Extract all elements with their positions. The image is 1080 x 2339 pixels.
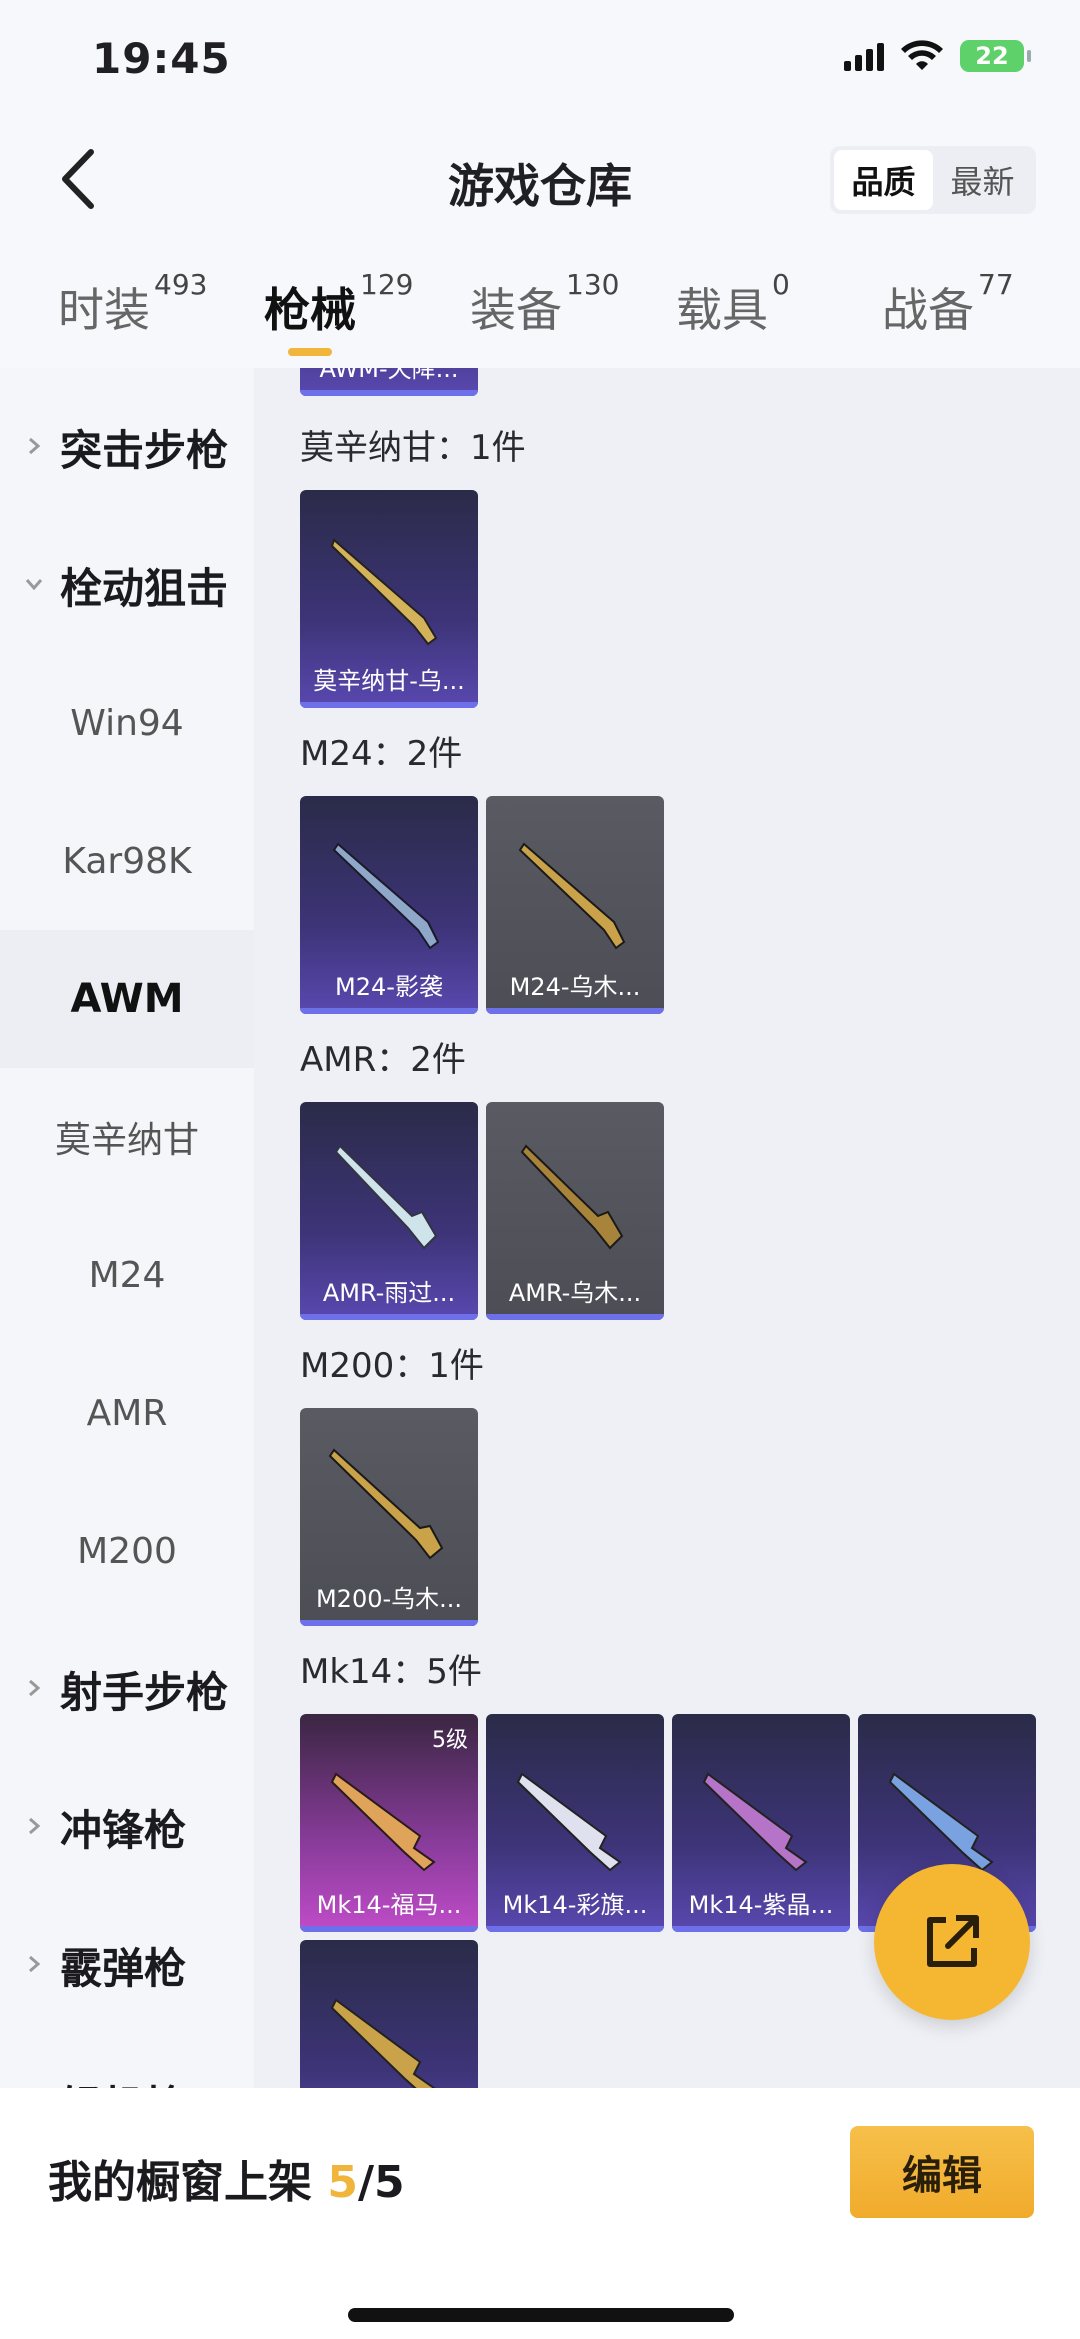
sidebar-item-amr[interactable]: AMR xyxy=(0,1344,254,1482)
group-title-m200: M200：1件 xyxy=(300,1346,484,1386)
status-bar: 19:45 22 xyxy=(0,0,1080,120)
sidebar-item-lmg[interactable]: 轻机枪 xyxy=(0,2034,254,2089)
signal-icon xyxy=(844,41,884,71)
rifle-icon xyxy=(332,842,440,950)
tab-firearms[interactable]: 枪械 129 xyxy=(264,268,413,340)
weapon-card[interactable]: Mk14-彩旗... xyxy=(486,1714,664,1932)
sort-newest-option[interactable]: 最新 xyxy=(933,150,1032,210)
sidebar-item-assault-rifle[interactable]: 突击步枪 xyxy=(0,378,254,516)
chevron-down-icon xyxy=(25,579,43,591)
external-link-icon xyxy=(927,1915,979,1967)
tab-fashion[interactable]: 时装 493 xyxy=(58,268,207,340)
rifle-icon xyxy=(888,1772,994,1872)
chevron-right-icon xyxy=(29,1679,41,1697)
sidebar-item-kar98k[interactable]: Kar98K xyxy=(0,792,254,930)
rifle-icon xyxy=(702,1772,808,1872)
tab-vehicles[interactable]: 载具 0 xyxy=(676,268,790,340)
sort-toggle[interactable]: 品质 最新 xyxy=(830,146,1036,214)
group-title-mk14: Mk14：5件 xyxy=(300,1652,482,1692)
rifle-icon xyxy=(516,1772,622,1872)
rifle-icon xyxy=(518,842,626,950)
rifle-icon xyxy=(330,1998,436,2088)
weapon-card[interactable]: Mk14-紫晶... xyxy=(672,1714,850,1932)
rifle-icon xyxy=(330,1772,436,1872)
sidebar-item-awm[interactable]: AWM xyxy=(0,930,254,1068)
weapon-card[interactable] xyxy=(300,1940,478,2088)
sidebar-item-m24[interactable]: M24 xyxy=(0,1206,254,1344)
status-icons: 22 xyxy=(844,40,1031,72)
group-title-mosin: 莫辛纳甘：1件 xyxy=(300,428,526,468)
chevron-right-icon xyxy=(29,437,41,455)
rifle-icon xyxy=(334,1144,438,1250)
weapon-list: AWM-天降... 莫辛纳甘：1件 莫辛纳甘-乌... M24：2件 M24-影… xyxy=(254,368,1080,2088)
home-indicator xyxy=(348,2308,734,2322)
weapon-card-awm[interactable]: AWM-天降... xyxy=(300,368,478,396)
rifle-icon xyxy=(520,1144,624,1250)
sidebar-item-smg[interactable]: 冲锋枪 xyxy=(0,1758,254,1896)
sidebar-item-win94[interactable]: Win94 xyxy=(0,654,254,792)
weapon-card[interactable]: 莫辛纳甘-乌... xyxy=(300,490,478,708)
category-tabs: 时装 493 枪械 129 装备 130 载具 0 战备 77 xyxy=(0,240,1080,368)
sidebar-item-bolt-sniper[interactable]: 栓动狙击 xyxy=(0,516,254,654)
battery-icon: 22 xyxy=(960,40,1031,72)
tab-supplies[interactable]: 战备 77 xyxy=(882,268,1014,340)
share-button[interactable] xyxy=(874,1864,1030,2020)
group-title-amr: AMR：2件 xyxy=(300,1040,466,1080)
rifle-icon xyxy=(328,1448,444,1560)
nav-header: 游戏仓库 品质 最新 xyxy=(0,120,1080,240)
sidebar-item-shotgun[interactable]: 霰弹枪 xyxy=(0,1896,254,2034)
wifi-icon xyxy=(901,40,943,70)
sidebar-item-marksman-rifle[interactable]: 射手步枪 xyxy=(0,1620,254,1758)
weapon-card[interactable]: M24-影袭 xyxy=(300,796,478,1014)
chevron-right-icon xyxy=(29,1955,41,1973)
weapon-card[interactable]: M24-乌木... xyxy=(486,796,664,1014)
group-title-m24: M24：2件 xyxy=(300,734,463,774)
active-tab-indicator xyxy=(288,348,332,356)
rifle-icon xyxy=(330,538,438,646)
showcase-count: 我的橱窗上架 5/5 xyxy=(48,2157,405,2208)
weapon-card[interactable]: AMR-雨过... xyxy=(300,1102,478,1320)
tab-equipment[interactable]: 装备 130 xyxy=(470,268,619,340)
chevron-right-icon xyxy=(29,1817,41,1835)
weapon-card[interactable]: AMR-乌木... xyxy=(486,1102,664,1320)
weapon-card[interactable]: M200-乌木... xyxy=(300,1408,478,1626)
weapon-type-sidebar: 突击步枪 栓动狙击 Win94 Kar98K AWM 莫辛纳甘 M24 AMR … xyxy=(0,368,254,2088)
status-time: 19:45 xyxy=(92,34,231,83)
bottom-bar: 我的橱窗上架 5/5 编辑 xyxy=(0,2088,1080,2339)
sidebar-item-m200[interactable]: M200 xyxy=(0,1482,254,1620)
sidebar-item-mosin[interactable]: 莫辛纳甘 xyxy=(0,1068,254,1206)
weapon-card[interactable]: 5级 Mk14-福马... xyxy=(300,1714,478,1932)
sort-quality-option[interactable]: 品质 xyxy=(834,150,933,210)
edit-button[interactable]: 编辑 xyxy=(850,2126,1034,2218)
